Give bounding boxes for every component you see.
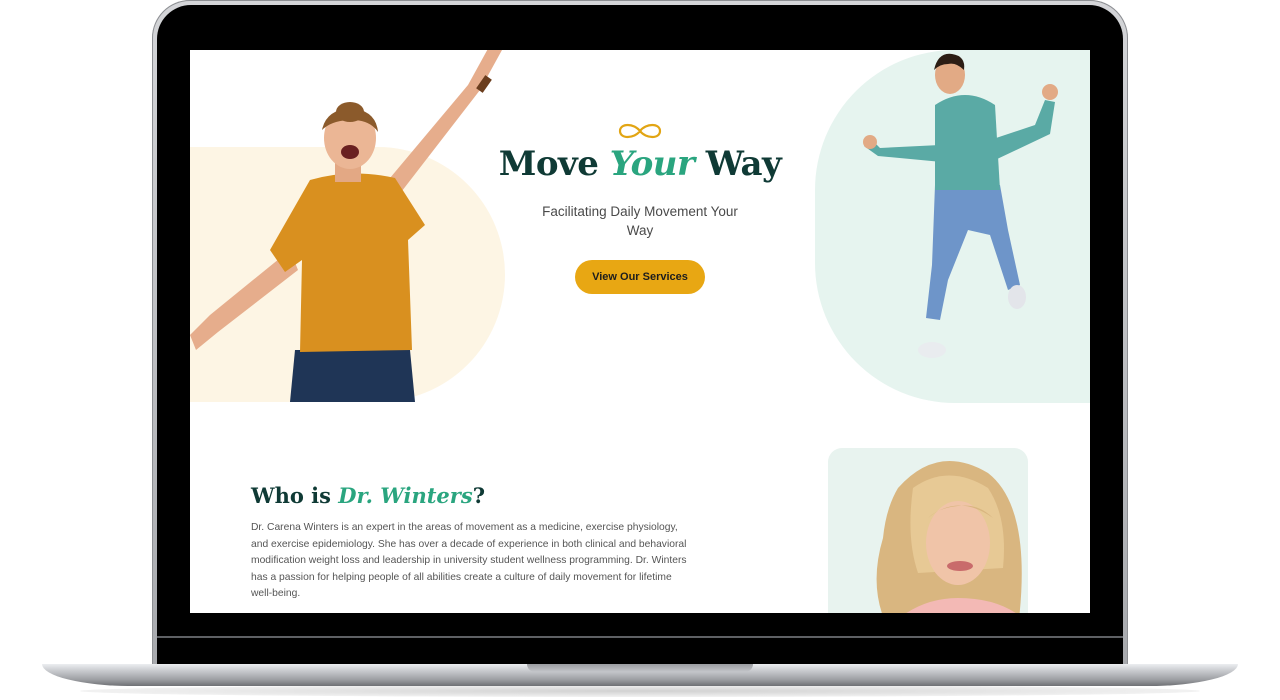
hero-title: Move Your Way	[490, 144, 790, 184]
man-jumping-image	[863, 53, 1058, 358]
dr-winters-portrait	[876, 461, 1022, 613]
laptop-chin	[157, 636, 1123, 638]
hero-title-part1: Move	[498, 144, 599, 184]
hero-section: Move Your Way Facilitating Daily Movemen…	[490, 120, 790, 294]
view-services-button[interactable]: View Our Services	[575, 260, 705, 294]
hero-title-accent: Your	[609, 144, 695, 184]
hero-subtitle: Facilitating Daily Movement Your Way	[542, 204, 738, 238]
infinity-icon	[618, 123, 662, 139]
about-body: Dr. Carena Winters is an expert in the a…	[251, 522, 687, 600]
about-title-part2: ?	[472, 483, 485, 508]
woman-jumping-image	[190, 50, 502, 402]
about-title-accent: Dr. Winters	[338, 483, 473, 508]
about-title: Who is Dr. Winters?	[251, 483, 485, 508]
hero-title-part2: Way	[705, 144, 782, 184]
laptop-notch	[527, 664, 753, 672]
dr-winters-photo-card	[828, 448, 1028, 613]
laptop-shadow	[80, 685, 1200, 697]
website-screen: Move Your Way Facilitating Daily Movemen…	[190, 50, 1090, 613]
about-title-part1: Who is	[251, 483, 331, 508]
